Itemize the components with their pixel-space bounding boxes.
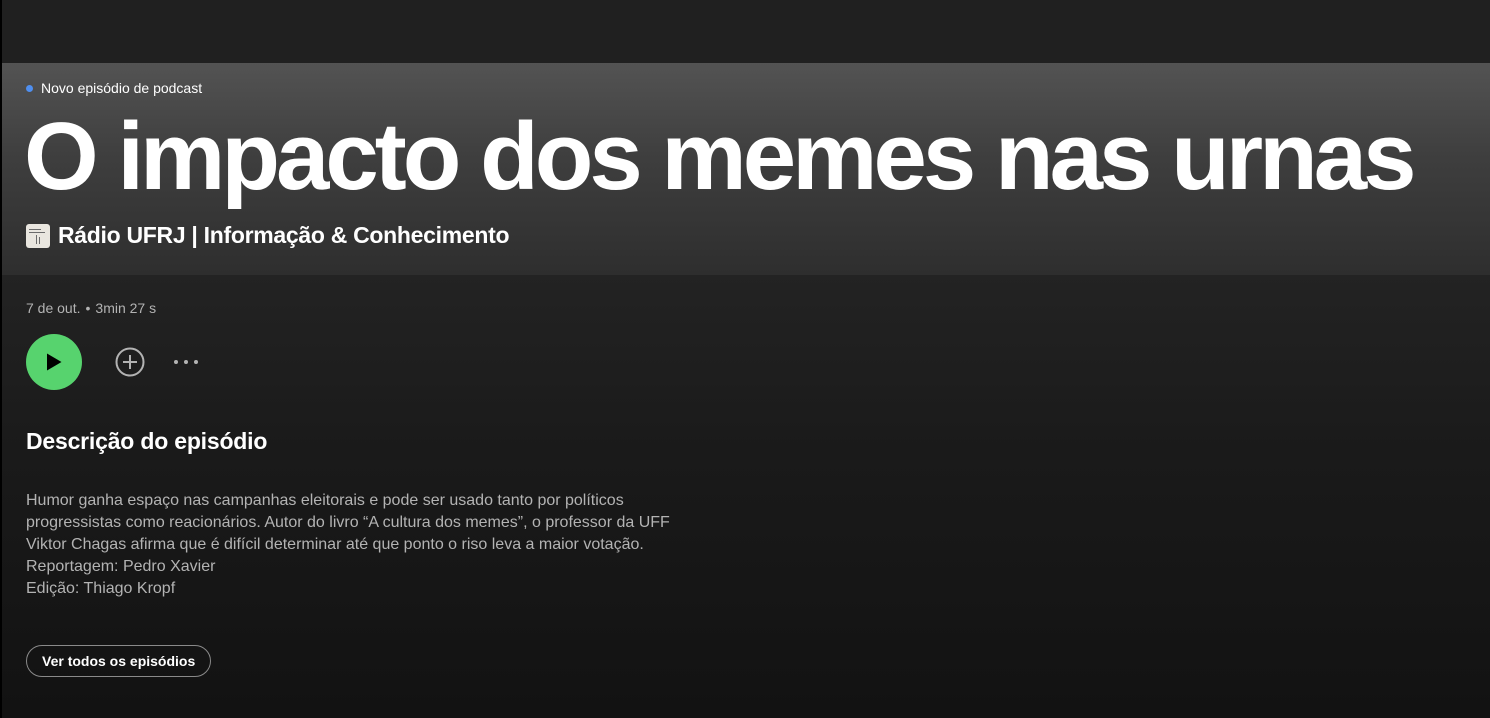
more-options-button[interactable] bbox=[170, 350, 202, 374]
add-to-library-button[interactable] bbox=[114, 346, 146, 378]
description-line: Edição: Thiago Kropf bbox=[26, 580, 176, 597]
all-episodes-button[interactable]: Ver todos os episódios bbox=[26, 645, 212, 677]
plus-circle-icon bbox=[115, 347, 145, 377]
show-name[interactable]: Rádio UFRJ | Informação & Conhecimento bbox=[58, 222, 510, 249]
show-link[interactable]: Rádio UFRJ | Informação & Conhecimento bbox=[26, 222, 510, 249]
episode-title: O impacto dos memes nas urnas bbox=[24, 103, 1416, 210]
meta-separator: • bbox=[85, 300, 91, 316]
description-line: progressistas como reacionários. Autor d… bbox=[26, 514, 670, 531]
play-icon bbox=[47, 353, 62, 371]
show-cover-image bbox=[26, 223, 50, 248]
episode-description: Humor ganha espaço nas campanhas eleitor… bbox=[26, 490, 706, 600]
top-bar bbox=[2, 0, 1490, 63]
release-date: 7 de out. bbox=[26, 300, 81, 316]
description-line: Humor ganha espaço nas campanhas eleitor… bbox=[26, 492, 624, 509]
episode-meta: 7 de out. • 3min 27 s bbox=[26, 300, 156, 316]
episode-duration: 3min 27 s bbox=[95, 300, 157, 316]
new-dot-icon bbox=[26, 84, 33, 92]
description-line: Viktor Chagas afirma que é difícil deter… bbox=[26, 536, 644, 553]
description-line: Reportagem: Pedro Xavier bbox=[26, 558, 216, 575]
description-heading: Descrição do episódio bbox=[26, 428, 268, 454]
episode-page: Novo episódio de podcast O impacto dos m… bbox=[0, 0, 1490, 718]
new-episode-badge: Novo episódio de podcast bbox=[26, 80, 202, 96]
play-button[interactable] bbox=[26, 334, 82, 390]
badge-label: Novo episódio de podcast bbox=[41, 80, 203, 96]
more-dots-icon bbox=[174, 360, 198, 364]
